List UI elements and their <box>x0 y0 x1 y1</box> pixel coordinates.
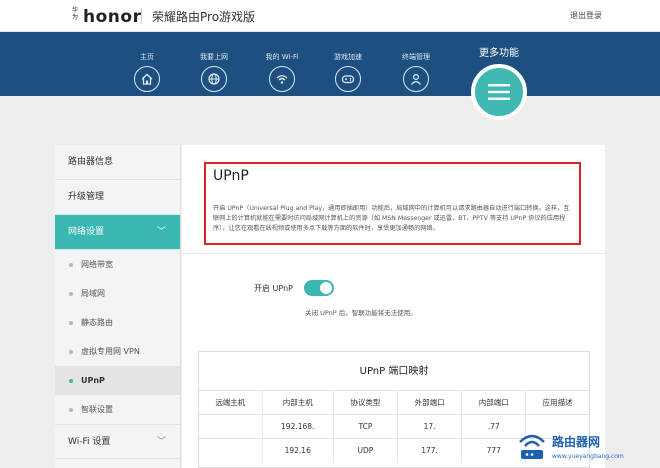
sidebar-subitem-label: 虚拟专用网 VPN <box>81 347 140 356</box>
upnp-info-box: UPnP 开启 UPnP（Universal Plug and Play，通用即… <box>204 162 581 245</box>
home-icon <box>134 66 160 92</box>
sidebar-subitem-bandwidth[interactable]: 网络带宽 <box>55 250 180 279</box>
nav-item-devices[interactable]: 终端管理 <box>386 52 446 92</box>
globe-icon <box>201 66 227 92</box>
sidebar-subitem-label: 网络带宽 <box>81 260 113 269</box>
upnp-toggle[interactable] <box>304 280 334 296</box>
nav-item-home[interactable]: 主页 <box>117 52 177 92</box>
table-cell: 17. <box>396 414 462 439</box>
product-title: 荣耀路由Pro游戏版 <box>152 10 256 24</box>
sidebar-item-wifi-settings-label: Wi-Fi 设置 <box>68 437 111 447</box>
logo-divider <box>141 8 142 24</box>
sidebar-item-router-info[interactable]: 路由器信息 <box>55 145 180 180</box>
settings-sidebar: 路由器信息 升级管理 网络设置 ﹀ 网络带宽 局域网 静态路由 虚拟专用网 VP… <box>55 145 181 468</box>
upnp-description: 开启 UPnP（Universal Plug and Play，通用即插即用）功… <box>213 205 570 232</box>
watermark-url: www.yueyangbang.com <box>552 453 624 460</box>
column-header: 内部端口 <box>461 390 526 415</box>
sidebar-subitem-vpn[interactable]: 虚拟专用网 VPN <box>55 337 180 366</box>
sidebar-item-network-settings-label: 网络设置 <box>68 227 105 237</box>
table-cell: 192.168. <box>261 414 334 439</box>
table-header-row: 远端主机 内部主机 协议类型 外部端口 内部端口 应用描述 <box>199 390 589 415</box>
router-logo-icon <box>519 434 545 459</box>
nav-label-game-boost: 游戏加速 <box>334 53 362 61</box>
logo-text: honor <box>83 7 142 27</box>
main-nav: 主页 我要上网 我的 Wi-Fi 游戏加速 终端管理 更多功能 <box>0 32 660 96</box>
chevron-down-icon: ﹀ <box>156 227 166 237</box>
column-header: 协议类型 <box>332 390 398 415</box>
column-header: 外部端口 <box>396 390 462 415</box>
nav-label-home: 主页 <box>140 53 154 61</box>
sidebar-item-network-settings[interactable]: 网络设置 ﹀ <box>55 215 180 250</box>
nav-item-internet[interactable]: 我要上网 <box>184 52 244 92</box>
sidebar-subitem-label: 局域网 <box>81 289 105 298</box>
bullet-dot <box>69 263 73 267</box>
sidebar-subitem-upnp[interactable]: UPnP <box>55 366 180 395</box>
page-title: UPnP <box>213 168 249 184</box>
bullet-dot <box>69 408 73 412</box>
user-icon <box>403 66 429 92</box>
honor-logo: 华为 honor <box>72 7 141 27</box>
table-cell: UDP <box>332 438 398 463</box>
nav-label-devices: 终端管理 <box>402 53 430 61</box>
sidebar-subitem-smart-link[interactable]: 智联设置 <box>55 395 180 424</box>
table-cell: 192.16 <box>261 438 334 463</box>
nav-label-wifi: 我的 Wi-Fi <box>265 53 299 61</box>
table-cell: 177. <box>396 438 462 463</box>
sidebar-subitem-label: 静态路由 <box>81 318 113 327</box>
port-mapping-title: UPnP 端口映射 <box>359 366 429 377</box>
watermark-text: 路由器网 <box>552 435 601 449</box>
site-watermark: 路由器网 www.yueyangbang.com <box>512 422 660 468</box>
nav-item-game-boost[interactable]: 游戏加速 <box>318 52 378 92</box>
upnp-content-panel: UPnP 开启 UPnP（Universal Plug and Play，通用即… <box>182 145 605 468</box>
toggle-knob <box>320 282 332 294</box>
column-header: 应用描述 <box>525 390 589 415</box>
bullet-dot <box>69 292 73 296</box>
bullet-dot <box>69 350 73 354</box>
logo-sub-text: 华为 <box>72 7 79 21</box>
gamepad-icon <box>335 66 361 92</box>
sidebar-subitem-lan[interactable]: 局域网 <box>55 279 180 308</box>
nav-item-wifi[interactable]: 我的 Wi-Fi <box>252 52 312 92</box>
table-cell <box>199 414 263 439</box>
logout-link[interactable]: 退出登录 <box>570 10 602 21</box>
table-cell <box>199 438 263 463</box>
nav-label-more: 更多功能 <box>479 48 519 59</box>
sidebar-item-upgrade[interactable]: 升级管理 <box>55 180 180 215</box>
table-cell: TCP <box>332 414 398 439</box>
sidebar-subitem-static-route[interactable]: 静态路由 <box>55 308 180 337</box>
nav-label-internet: 我要上网 <box>200 53 228 61</box>
bullet-dot <box>69 379 73 383</box>
sidebar-subitem-label: UPnP <box>81 376 105 385</box>
chevron-down-icon: ﹀ <box>156 437 166 447</box>
upnp-toggle-label: 开启 UPnP <box>254 284 293 293</box>
upnp-toggle-hint: 关闭 UPnP 后，智联功能将无法使用。 <box>305 309 417 317</box>
sidebar-subitem-label: 智联设置 <box>81 405 113 414</box>
bullet-dot <box>69 321 73 325</box>
section-divider <box>182 253 605 254</box>
menu-icon[interactable] <box>471 64 527 120</box>
column-header: 内部主机 <box>261 390 334 415</box>
sidebar-item-wifi-settings[interactable]: Wi-Fi 设置 ﹀ <box>55 424 180 459</box>
column-header: 远端主机 <box>199 390 263 415</box>
top-bar: 华为 honor 荣耀路由Pro游戏版 退出登录 <box>0 0 660 32</box>
wifi-icon <box>269 66 295 92</box>
